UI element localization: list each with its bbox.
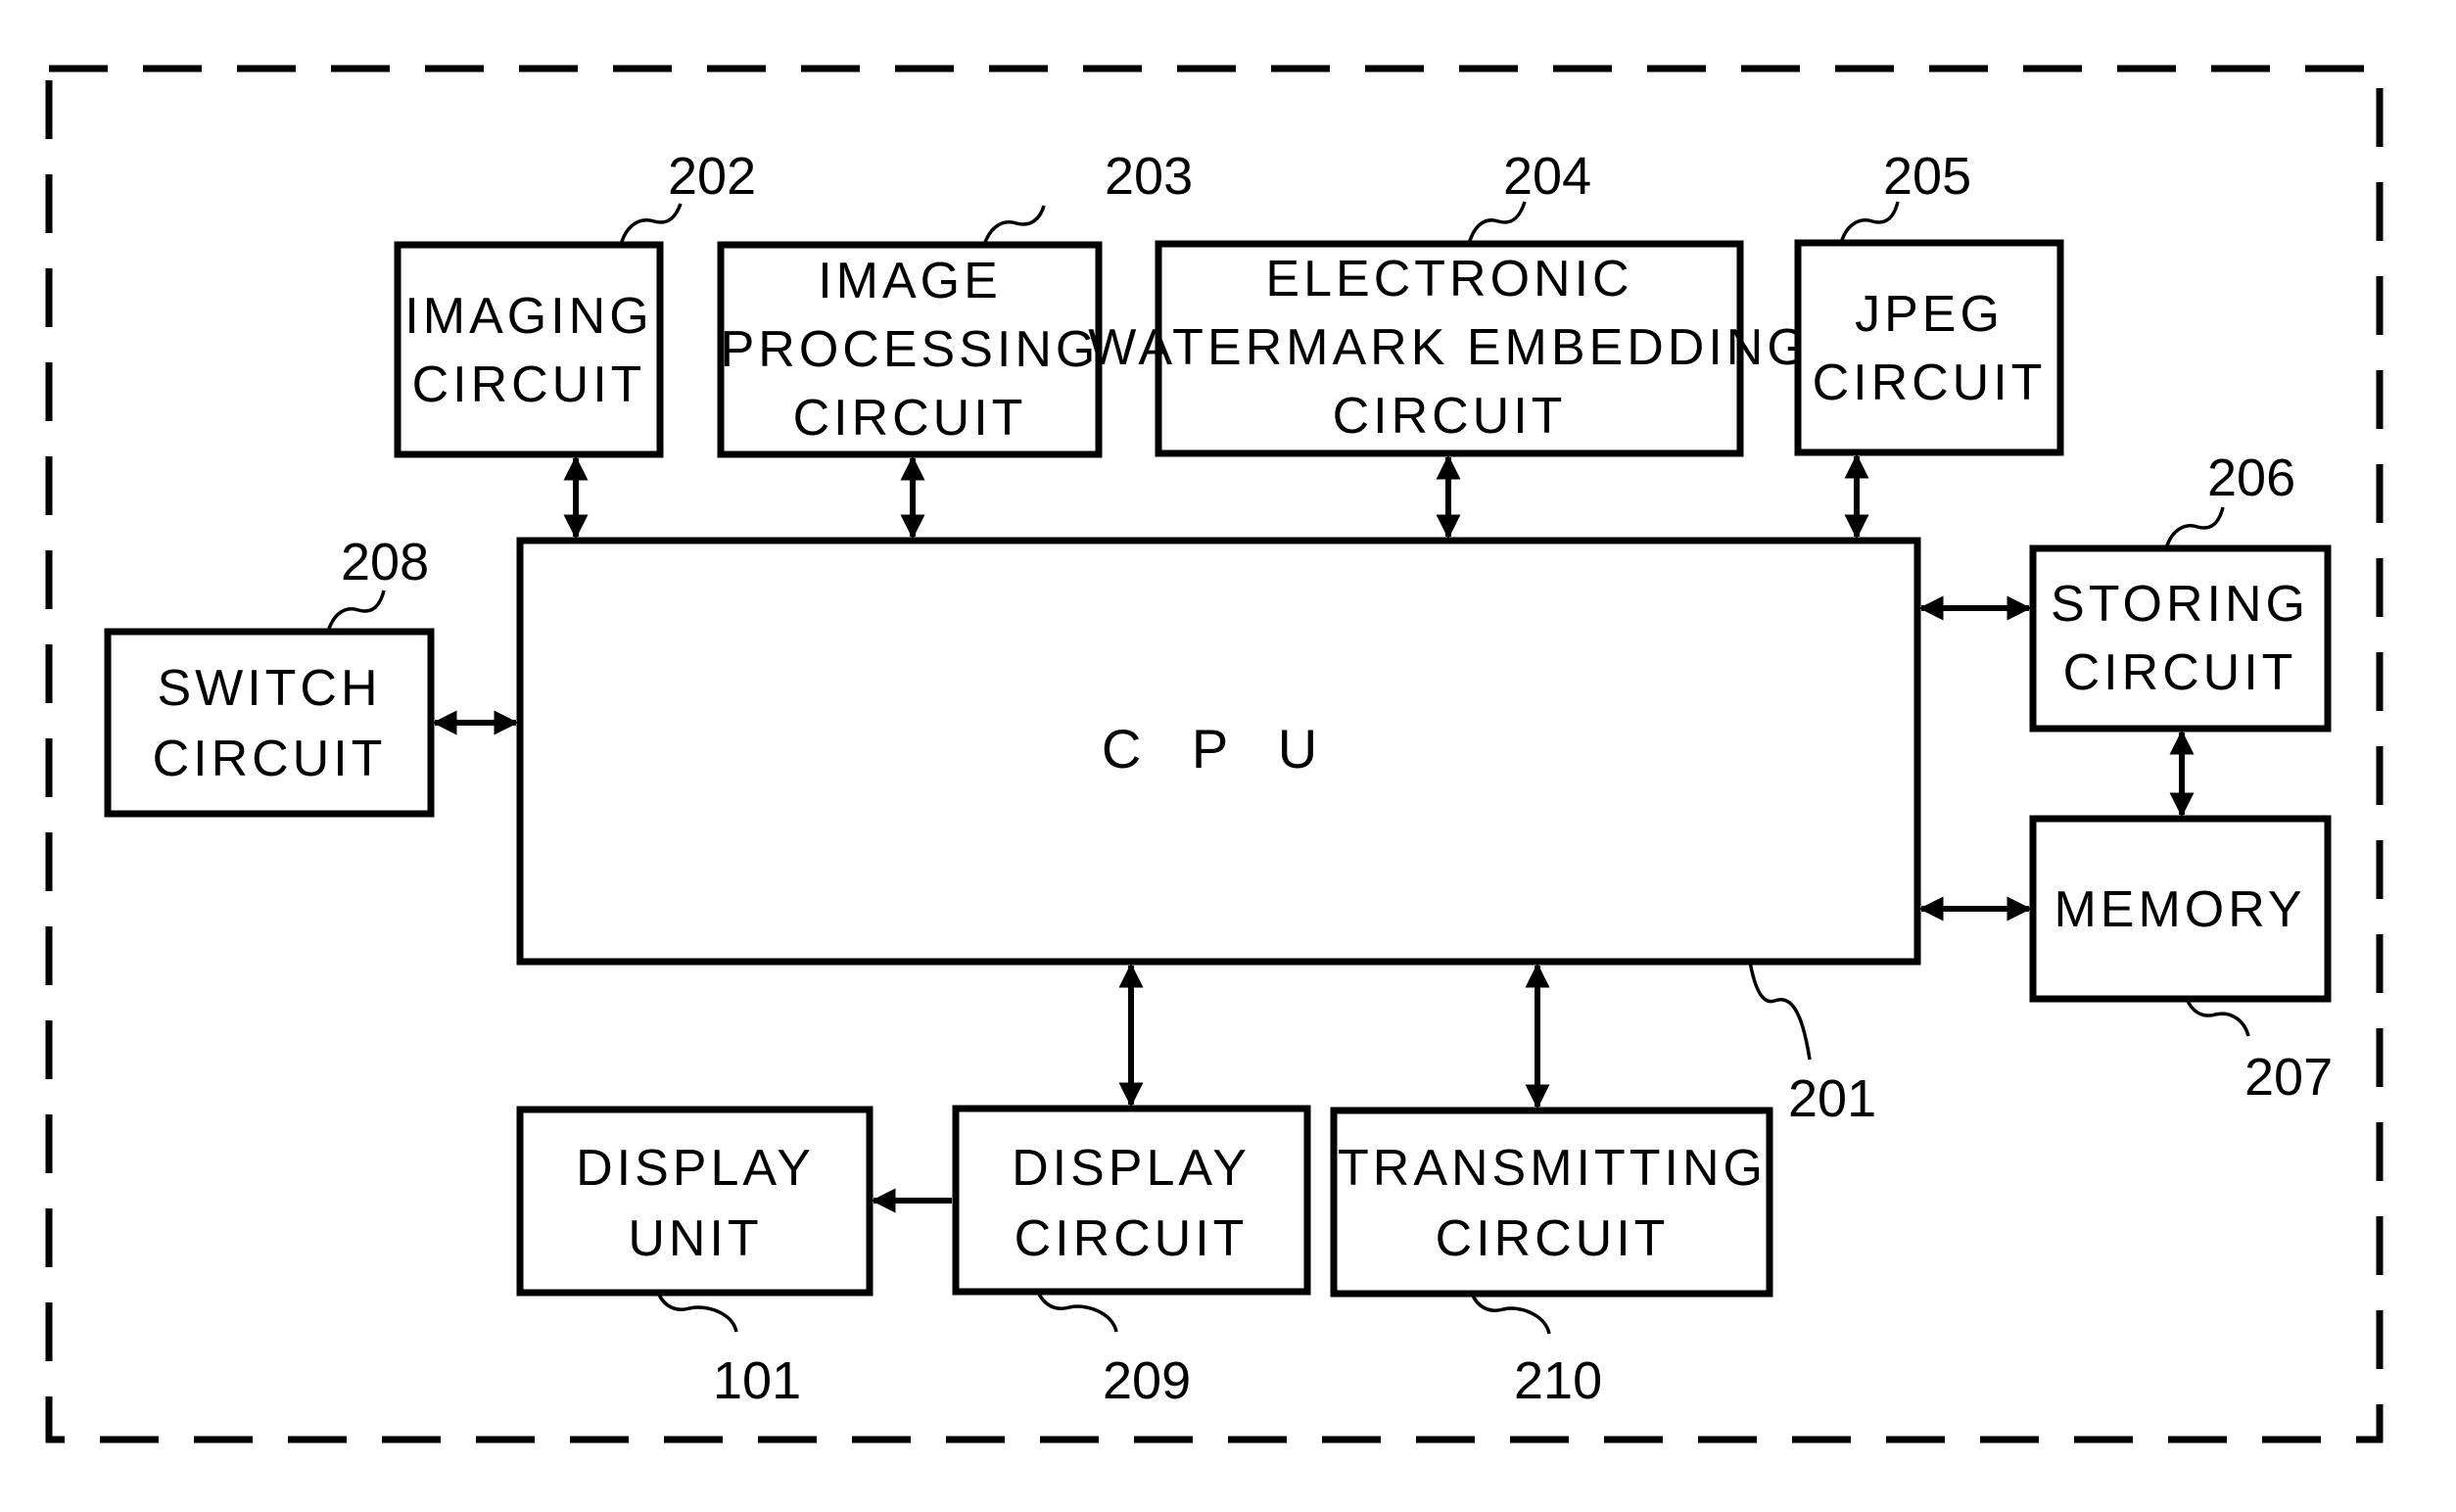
- block-diagram: C P U IMAGING CIRCUIT IMAGE PROCESSING C…: [45, 65, 2384, 1443]
- ref-206: 206: [2207, 449, 2295, 507]
- storing-line-1: STORING: [2051, 576, 2309, 633]
- cpu-block: C P U: [516, 537, 1921, 966]
- display-unit-line-2: UNIT: [628, 1210, 762, 1267]
- ref-208: 208: [341, 533, 429, 591]
- memory-block: MEMORY: [2029, 815, 2332, 1003]
- ref-209: 209: [1103, 1351, 1191, 1410]
- storing-circuit-block: STORING CIRCUIT: [2029, 544, 2332, 732]
- image-processing-circuit-block: IMAGE PROCESSING CIRCUIT: [717, 241, 1103, 458]
- watermark-embedding-circuit-block: ELECTRONIC WATERMARK EMBEDDING CIRCUIT: [1088, 240, 1811, 457]
- image-processing-line-3: CIRCUIT: [793, 390, 1027, 447]
- imaging-circuit-block: IMAGING CIRCUIT: [394, 241, 664, 458]
- display-circuit-block: DISPLAY CIRCUIT: [952, 1105, 1311, 1296]
- jpeg-circuit-block: JPEG CIRCUIT: [1794, 239, 2064, 456]
- jpeg-line-2: CIRCUIT: [1813, 354, 2047, 411]
- leader-201: [1748, 961, 1812, 1061]
- leader-205: [1839, 201, 1900, 244]
- ref-210: 210: [1514, 1351, 1602, 1410]
- transmitting-circuit-block: TRANSMITTING CIRCUIT: [1330, 1107, 1773, 1298]
- watermark-line-1: ELECTRONIC: [1265, 251, 1632, 307]
- ref-101: 101: [713, 1351, 801, 1410]
- jpeg-line-1: JPEG: [1855, 286, 2004, 343]
- leader-207: [2185, 998, 2250, 1037]
- display-unit-block: DISPLAY UNIT: [516, 1106, 874, 1297]
- transmitting-line-2: CIRCUIT: [1436, 1210, 1670, 1267]
- leader-202: [619, 203, 683, 246]
- ref-205: 205: [1883, 147, 1971, 206]
- leader-203: [982, 205, 1046, 246]
- imaging-circuit-line-2: CIRCUIT: [412, 356, 646, 413]
- display-circuit-line-1: DISPLAY: [1012, 1140, 1251, 1197]
- switch-circuit-block: SWITCH CIRCUIT: [104, 628, 435, 818]
- leader-101: [656, 1292, 738, 1333]
- display-unit-line-1: DISPLAY: [576, 1140, 815, 1197]
- imaging-circuit-line-1: IMAGING: [404, 288, 652, 345]
- ref-201: 201: [1788, 1069, 1876, 1128]
- cpu-label: C P U: [1102, 718, 1335, 780]
- leader-204: [1467, 201, 1527, 245]
- watermark-line-3: CIRCUIT: [1333, 388, 1567, 445]
- ref-207: 207: [2244, 1048, 2333, 1107]
- ref-202: 202: [668, 147, 756, 206]
- leader-209: [1036, 1291, 1118, 1333]
- image-processing-line-1: IMAGE: [818, 253, 1002, 309]
- leader-208: [326, 590, 386, 633]
- leader-210: [1470, 1293, 1551, 1335]
- ref-204: 204: [1503, 147, 1591, 206]
- ref-203: 203: [1105, 147, 1193, 206]
- storing-line-2: CIRCUIT: [2063, 644, 2297, 701]
- switch-line-2: CIRCUIT: [153, 731, 387, 787]
- memory-label: MEMORY: [2054, 881, 2305, 938]
- leader-206: [2164, 506, 2225, 549]
- display-circuit-line-2: CIRCUIT: [1015, 1210, 1249, 1267]
- transmitting-line-1: TRANSMITTING: [1338, 1140, 1767, 1197]
- watermark-line-2: WATERMARK EMBEDDING: [1088, 319, 1811, 376]
- image-processing-line-2: PROCESSING: [721, 321, 1100, 378]
- switch-line-1: SWITCH: [157, 660, 381, 717]
